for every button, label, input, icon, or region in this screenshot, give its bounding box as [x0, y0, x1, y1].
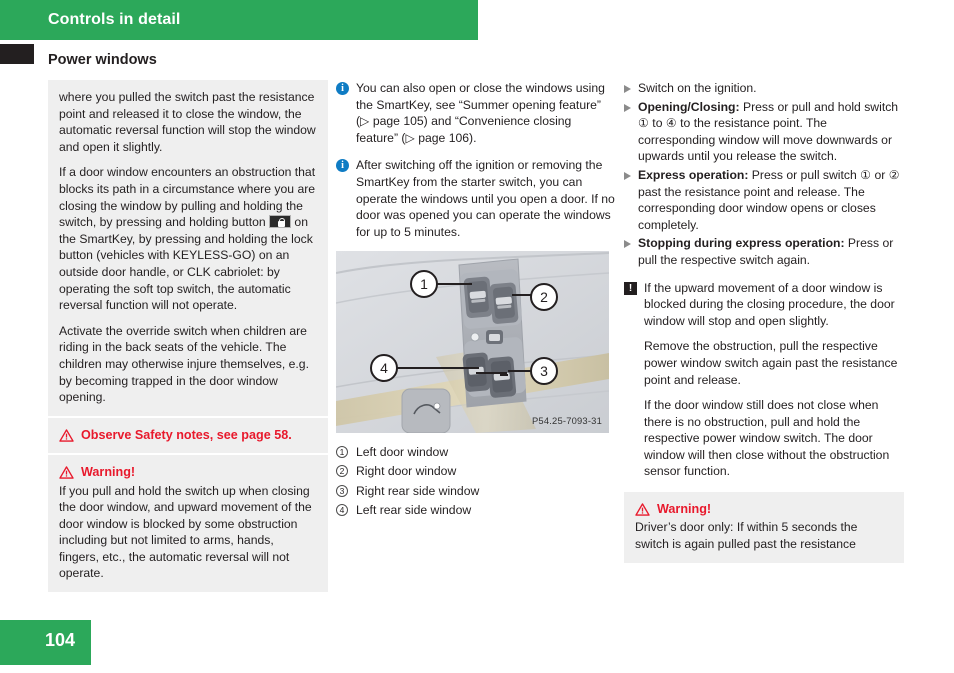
column-left: where you pulled the switch past the res…: [48, 80, 328, 593]
list-item: Stopping during express operation: Press…: [624, 235, 904, 268]
svg-text:3: 3: [540, 363, 548, 379]
callout-2: 2: [530, 283, 558, 312]
chapter-title: Controls in detail: [48, 11, 181, 28]
chapter-edge-tab: [0, 44, 34, 64]
callout-number: 4: [336, 503, 348, 516]
paragraph: If the upward movement of a door window …: [644, 280, 895, 328]
step-text: Opening/Closing: Press or pull and hold …: [638, 99, 904, 165]
power-window-switch-panel-illustration: 1 2 4 3 P54.25-7093-31: [336, 251, 609, 434]
paragraph: Remove the obstruction, pull the respect…: [644, 339, 898, 387]
column-middle: i You can also open or close the windows…: [336, 80, 616, 521]
paragraph-text-after-icon: on the SmartKey, by pressing and holding…: [59, 215, 313, 313]
callout-label: Right door window: [356, 464, 457, 479]
callout-number: 1: [336, 446, 348, 459]
warning-body: If you pull and hold the switch up when …: [59, 483, 312, 581]
warning-heading: Warning!: [59, 464, 317, 480]
safety-note-heading: Observe Safety notes, see page 58.: [59, 427, 317, 443]
paragraph: If the door window still does not close …: [644, 398, 890, 479]
step-text: Express operation: Press or pull switch …: [638, 167, 904, 233]
svg-text:1: 1: [420, 276, 428, 292]
svg-text:4: 4: [380, 360, 388, 376]
warning-label: Warning!: [657, 502, 712, 517]
warning-body: Driver’s door only: If within 5 seconds …: [635, 520, 858, 552]
warning-triangle-icon: [59, 466, 74, 479]
safety-note-block: Observe Safety notes, see page 58.: [48, 417, 328, 454]
warning-heading: Warning!: [635, 501, 893, 517]
safety-note-text: Observe Safety notes, see page 58.: [81, 427, 292, 442]
list-item: 4 Left rear side window: [336, 502, 616, 519]
lock-button-icon: [269, 215, 292, 229]
caution-note: ! If the upward movement of a door windo…: [624, 280, 904, 481]
figure-code: P54.25-7093-31: [531, 414, 602, 426]
paragraph-with-key-icon: If a door window encounters an obstructi…: [59, 164, 317, 313]
page-number: 104: [45, 630, 76, 650]
warning-triangle-icon: [635, 503, 650, 516]
page-title: Power windows: [48, 52, 157, 68]
info-circle-icon: i: [336, 82, 349, 95]
info-circle-icon: i: [336, 159, 349, 173]
figure-caption-list: 1 Left door window 2 Right door window 3…: [336, 444, 616, 518]
list-item: Switch on the ignition.: [624, 80, 904, 97]
info-note-1: i You can also open or close the windows…: [336, 80, 616, 146]
warning-triangle-icon: [59, 428, 74, 442]
step-text: Stopping during express operation: Press…: [638, 235, 904, 268]
callout-label: Left rear side window: [356, 502, 472, 517]
step-label: Opening/Closing:: [638, 99, 740, 114]
triangle-bullet-icon: [624, 103, 631, 112]
operation-steps-list: Switch on the ignition. Opening/Closing:…: [624, 80, 904, 269]
column-right: Switch on the ignition. Opening/Closing:…: [624, 80, 904, 563]
list-item: 3 Right rear side window: [336, 483, 616, 500]
intro-text-block: where you pulled the switch past the res…: [48, 80, 328, 416]
step-label: Express operation:: [638, 167, 749, 182]
svg-text:2: 2: [540, 289, 548, 305]
paragraph: where you pulled the switch past the res…: [59, 90, 316, 154]
info-note-text: After switching off the ignition or remo…: [356, 158, 615, 239]
warning-label: Warning!: [81, 465, 136, 480]
callout-3: 3: [530, 357, 558, 386]
info-note-text: You can also open or close the windows u…: [356, 81, 605, 145]
callout-1: 1: [410, 270, 438, 299]
switch-panel-drawing: 1 2 4 3: [336, 251, 609, 434]
list-item: Express operation: Press or pull switch …: [624, 167, 904, 233]
warning-block-left: Warning! If you pull and hold the switch…: [48, 455, 328, 593]
callout-label: Left door window: [356, 445, 449, 460]
callout-number: 2: [336, 465, 348, 478]
list-item: Opening/Closing: Press or pull and hold …: [624, 99, 904, 165]
info-note-2: i After switching off the ignition or re…: [336, 157, 616, 240]
warning-block-right: Warning! Driver’s door only: If within 5…: [624, 492, 904, 563]
list-item: 1 Left door window: [336, 444, 616, 461]
list-item: 2 Right door window: [336, 463, 616, 480]
caution-text: If the upward movement of a door window …: [644, 280, 904, 481]
manual-page: Controls in detail Power windows where y…: [0, 0, 954, 673]
triangle-bullet-icon: [624, 171, 631, 180]
triangle-bullet-icon: [624, 85, 631, 93]
paragraph: Activate the override switch when childr…: [59, 323, 309, 405]
step-text: Switch on the ignition.: [638, 81, 757, 95]
callout-label: Right rear side window: [356, 483, 480, 498]
callout-4: 4: [370, 354, 398, 383]
caution-exclamation-icon: !: [624, 281, 637, 295]
step-label: Stopping during express operation:: [638, 236, 845, 251]
triangle-bullet-icon: [624, 240, 631, 249]
callout-number: 3: [336, 484, 348, 497]
